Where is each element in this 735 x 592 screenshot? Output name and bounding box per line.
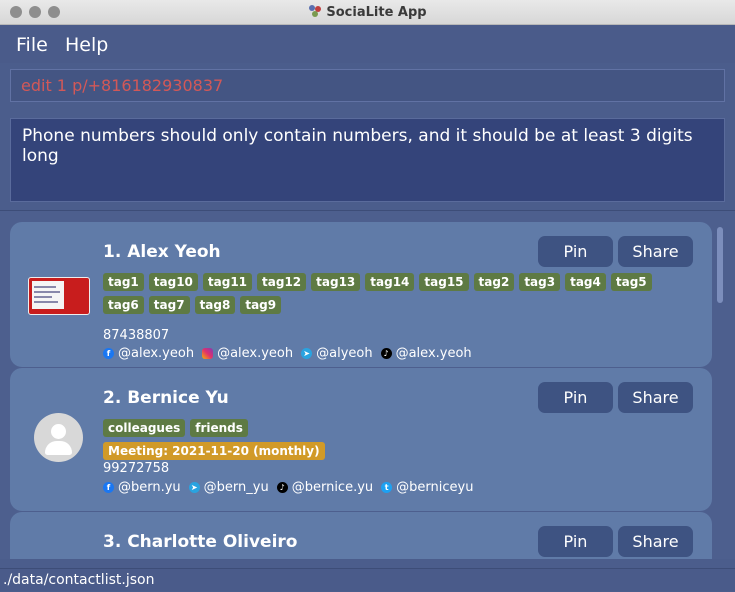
- facebook-handle[interactable]: @alex.yeoh: [118, 346, 194, 361]
- contact-list[interactable]: 1. Alex Yeoh Pin Share tag1 tag10 tag11 …: [0, 210, 735, 559]
- tag: tag12: [257, 273, 307, 291]
- phone-number: 87438807: [103, 328, 170, 343]
- avatar: [34, 413, 83, 462]
- facebook-icon: f: [103, 348, 114, 359]
- share-button[interactable]: Share: [618, 526, 693, 557]
- tag: tag13: [311, 273, 361, 291]
- twitter-handle[interactable]: @berniceyu: [396, 480, 473, 495]
- tag: tag9: [240, 296, 282, 314]
- tiktok-handle[interactable]: @alex.yeoh: [396, 346, 472, 361]
- facebook-icon: f: [103, 482, 114, 493]
- status-bar: ./data/contactlist.json: [0, 568, 735, 591]
- contact-name: 3. Charlotte Oliveiro: [103, 532, 298, 552]
- pin-button[interactable]: Pin: [538, 382, 613, 413]
- tag: tag14: [365, 273, 415, 291]
- tag: friends: [190, 419, 248, 437]
- menu-help[interactable]: Help: [65, 34, 108, 56]
- tag: tag6: [103, 296, 144, 314]
- person-icon: [51, 424, 66, 439]
- tag: tag11: [202, 273, 253, 291]
- phone-number: 99272758: [103, 461, 170, 476]
- tag-list: colleagues friends: [103, 419, 688, 437]
- tag: colleagues: [103, 419, 186, 437]
- pin-button[interactable]: Pin: [538, 236, 613, 267]
- scrollbar-thumb[interactable]: [717, 227, 723, 303]
- menu-bar: File Help: [0, 25, 735, 63]
- tag: tag7: [148, 296, 190, 314]
- contact-card[interactable]: 3. Charlotte Oliveiro Pin Share: [10, 512, 712, 559]
- window-title: SociaLite App: [326, 5, 427, 20]
- social-handles: f @bern.yu ➤ @bern_yu ♪ @bernice.yu t @b…: [103, 480, 481, 495]
- tag-list: tag1 tag10 tag11 tag12 tag13 tag14 tag15…: [103, 273, 688, 314]
- tag: tag5: [610, 273, 652, 291]
- telegram-icon: ➤: [301, 348, 313, 359]
- title-bar: SociaLite App: [0, 0, 735, 25]
- instagram-handle[interactable]: @alex.yeoh: [217, 346, 293, 361]
- tag: tag2: [473, 273, 515, 291]
- meeting-badge: Meeting: 2021-11-20 (monthly): [103, 442, 325, 460]
- twitter-icon: t: [381, 482, 393, 493]
- contact-name: 1. Alex Yeoh: [103, 242, 221, 262]
- command-input[interactable]: edit 1 p/+816182930837: [10, 69, 725, 102]
- tiktok-icon: ♪: [380, 348, 392, 359]
- tag: tag1: [103, 273, 144, 291]
- contact-card[interactable]: 2. Bernice Yu Pin Share colleagues frien…: [10, 368, 712, 511]
- telegram-handle[interactable]: @bern_yu: [204, 480, 269, 495]
- instagram-icon: [202, 348, 214, 359]
- tag: tag15: [419, 273, 469, 291]
- tag: tag3: [519, 273, 561, 291]
- share-button[interactable]: Share: [618, 382, 693, 413]
- window-title-wrap: SociaLite App: [0, 4, 735, 20]
- menu-file[interactable]: File: [16, 34, 48, 56]
- tag: tag4: [565, 273, 606, 291]
- app-icon: [309, 5, 322, 17]
- social-handles: f @alex.yeoh @alex.yeoh ➤ @alyeoh ♪ @ale…: [103, 346, 480, 361]
- pin-button[interactable]: Pin: [538, 526, 613, 557]
- tag: tag8: [194, 296, 236, 314]
- telegram-handle[interactable]: @alyeoh: [316, 346, 372, 361]
- share-button[interactable]: Share: [618, 236, 693, 267]
- contact-name: 2. Bernice Yu: [103, 388, 229, 408]
- contact-card[interactable]: 1. Alex Yeoh Pin Share tag1 tag10 tag11 …: [10, 222, 712, 367]
- avatar: [28, 277, 90, 315]
- facebook-handle[interactable]: @bern.yu: [118, 480, 181, 495]
- tiktok-icon: ♪: [276, 482, 288, 493]
- tag: tag10: [148, 273, 198, 291]
- tiktok-handle[interactable]: @bernice.yu: [292, 480, 373, 495]
- result-display: Phone numbers should only contain number…: [10, 118, 725, 202]
- telegram-icon: ➤: [188, 482, 200, 493]
